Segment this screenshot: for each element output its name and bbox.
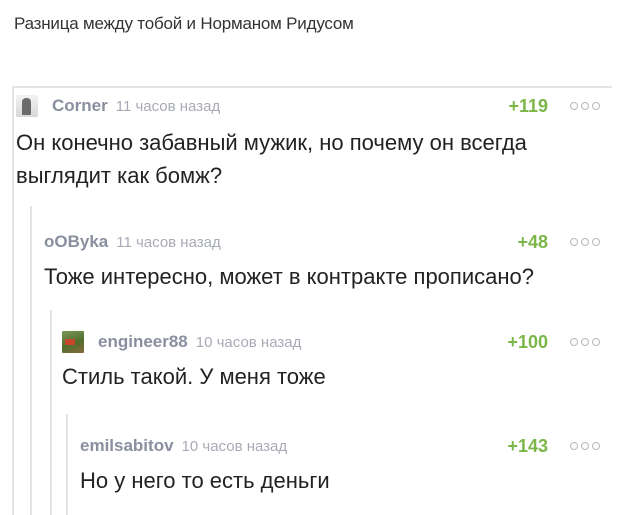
comment-time[interactable]: 11 часов назад [116,234,220,251]
more-dots-icon[interactable] [570,338,600,346]
comment-text: Он конечно забавный мужик, но почему он … [16,130,527,188]
thread-line [66,414,68,515]
page-title: Разница между тобой и Норманом Ридусом [14,14,354,33]
comment-header: oOByka 11 часов назад +48 [44,230,600,254]
comment: emilsabitov 10 часов назад +143 Но у нег… [80,434,600,497]
comment-text: Тоже интересно, может в контракте пропис… [44,264,534,289]
comment-time[interactable]: 11 часов назад [116,98,220,115]
comment-header: emilsabitov 10 часов назад +143 [80,434,600,458]
thread-line [30,206,32,515]
comment-header: Corner 11 часов назад +119 [16,94,600,118]
comment-rating: +143 [507,435,548,456]
comment-rating: +48 [517,231,548,252]
comment-author[interactable]: oOByka [44,232,108,252]
avatar[interactable] [62,331,84,353]
more-dots-icon[interactable] [570,238,600,246]
more-dots-icon[interactable] [570,102,600,110]
comment-author[interactable]: Corner [52,96,108,116]
comment-text: Но у него то есть деньги [80,468,330,493]
more-dots-icon[interactable] [570,442,600,450]
thread-line [50,310,52,515]
comment-header: engineer88 10 часов назад +100 [62,330,600,354]
comment-author[interactable]: engineer88 [98,332,188,352]
comment-rating: +100 [507,331,548,352]
comment-time[interactable]: 10 часов назад [196,334,302,351]
comment: oOByka 11 часов назад +48 Тоже интересно… [44,230,600,293]
comment-author[interactable]: emilsabitov [80,436,174,456]
avatar[interactable] [16,95,38,117]
comment: engineer88 10 часов назад +100 Стиль так… [62,330,600,393]
comment-time[interactable]: 10 часов назад [182,438,288,455]
comment-rating: +119 [508,95,548,116]
comment-text: Стиль такой. У меня тоже [62,364,326,389]
comment: Corner 11 часов назад +119 Он конечно за… [16,94,600,192]
